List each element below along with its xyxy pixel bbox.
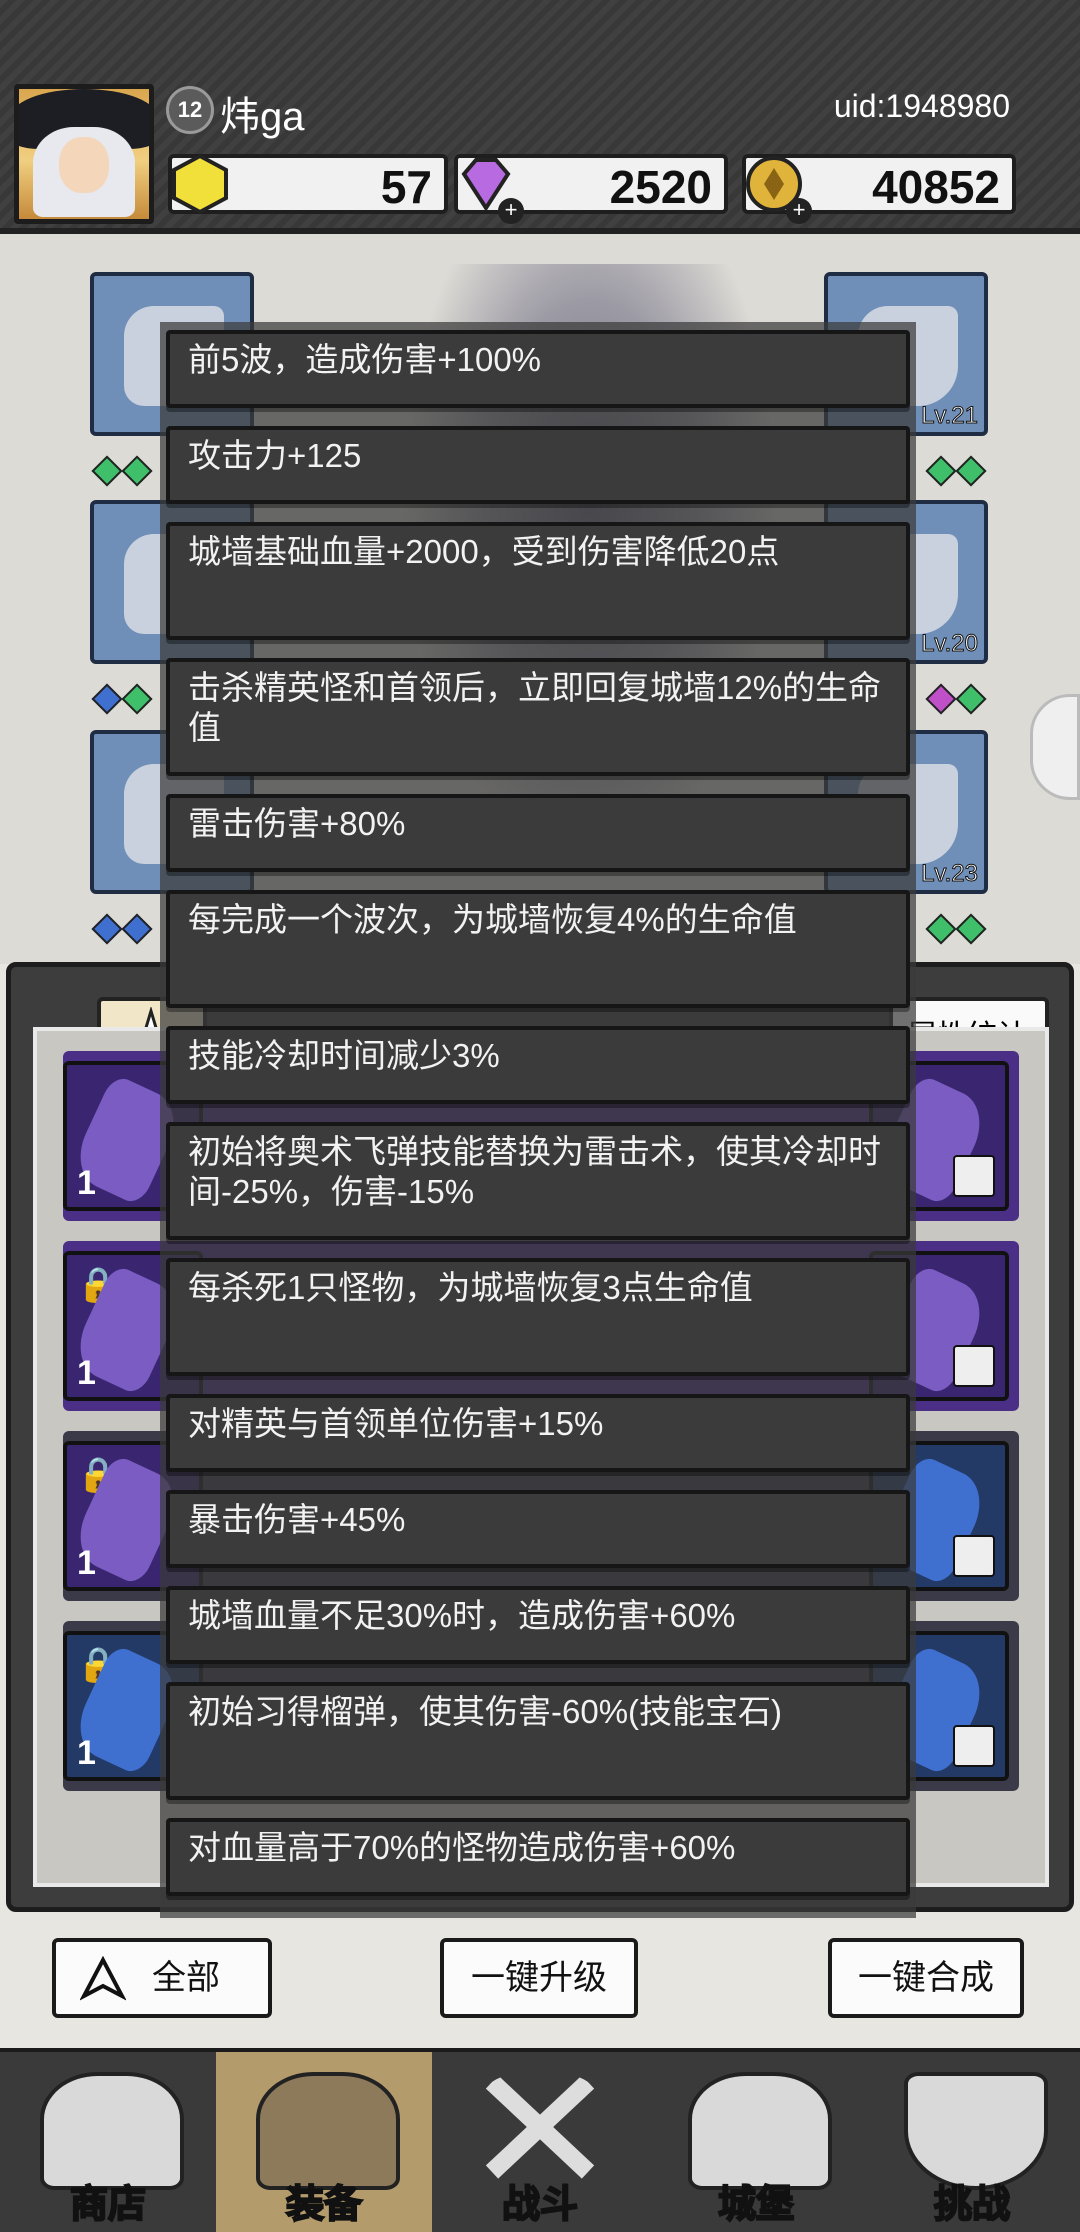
effect-line: 前5波，造成伤害+100% [166,330,910,408]
merge-all-button[interactable]: 一键合成 [828,1938,1024,2018]
gem-socket-icon [121,455,153,487]
player-avatar[interactable] [14,84,154,224]
effect-line: 城墙血量不足30%时，造成伤害+60% [166,1586,910,1664]
effect-line: 初始习得榴弹，使其伤害-60%(技能宝石) [166,1682,910,1800]
item-quantity: 1 [77,1544,96,1582]
top-bar: 12 炜ga uid:1948980 57 + 2520 + 40852 [0,0,1080,234]
nav-castle[interactable]: 城堡 [648,2052,864,2232]
nav-battle-label: 战斗 [501,2183,579,2227]
player-uid: uid:1948980 [833,88,1010,124]
nav-shop[interactable]: 商店 [0,2052,216,2232]
gem-socket-icon [925,455,957,487]
gem-socket-icon [91,913,123,945]
gem-socket-icon [121,913,153,945]
nav-shop-label: 商店 [69,2183,147,2227]
filter-arrow-icon [80,1956,126,2001]
gem-socket-icon [121,683,153,715]
coin-counter[interactable]: + 40852 [742,154,1016,224]
bottom-navigation: 商店 装备 战斗 城堡 挑战 [0,2048,1080,2232]
filter-label: 全部 [152,1959,220,1997]
energy-value: 57 [380,161,432,213]
energy-counter: 57 [168,153,448,215]
gem-socket-icon [91,455,123,487]
gem-socket-icon [91,683,123,715]
effect-line: 对血量高于70%的怪物造成伤害+60% [166,1818,910,1896]
effect-line: 雷击伤害+80% [166,794,910,872]
ring-type-icon [953,1345,995,1387]
avatar-face [59,137,109,193]
nav-battle[interactable]: 战斗 [432,2052,648,2232]
coin-value: 40852 [872,161,1000,213]
player-name: 炜ga [220,95,305,139]
effect-line: 攻击力+125 [166,426,910,504]
gem-counter[interactable]: + 2520 [454,154,728,224]
item-quantity: 1 [77,1354,96,1392]
effect-line: 每杀死1只怪物，为城墙恢复3点生命值 [166,1258,910,1376]
gem-socket-icon [925,683,957,715]
armor-type-icon [953,1535,995,1577]
effect-line: 对精英与首领单位伤害+15% [166,1394,910,1472]
effect-line: 每完成一个波次，为城墙恢复4%的生命值 [166,890,910,1008]
side-drawer-tab[interactable] [1030,694,1080,800]
upgrade-all-button[interactable]: 一键升级 [440,1938,638,2018]
slot-level: Lv.23 [921,860,979,888]
effect-line: 暴击伤害+45% [166,1490,910,1568]
item-quantity: 1 [77,1734,96,1772]
slot-level: Lv.20 [921,630,979,658]
effect-line: 击杀精英怪和首领后，立即回复城墙12%的生命值 [166,658,910,776]
gem-socket-icon [955,913,987,945]
nav-castle-label: 城堡 [717,2183,795,2227]
crossed-swords-icon [485,2075,595,2179]
gem-socket-icon [925,913,957,945]
slot-level: Lv.21 [921,402,979,430]
add-coins-icon[interactable]: + [786,198,812,224]
energy-icon [172,153,228,215]
level-badge: 12 [166,86,214,134]
nav-challenge-label: 挑战 [933,2183,1011,2227]
gem-value: 2520 [609,161,712,213]
effect-line: 初始将奥术飞弹技能替换为雷击术，使其冷却时间-25%，伤害-15% [166,1122,910,1240]
item-quantity: 1 [77,1164,96,1202]
boots-type-icon [953,1155,995,1197]
nav-challenge[interactable]: 挑战 [864,2052,1080,2232]
boots-type-icon [953,1725,995,1767]
gem-socket-icon [955,683,987,715]
nav-equipment[interactable]: 装备 [216,2052,432,2232]
filter-all-button[interactable]: 全部 [52,1938,272,2018]
nav-equipment-label: 装备 [285,2183,363,2227]
effect-line: 城墙基础血量+2000，受到伤害降低20点 [166,522,910,640]
effect-line: 技能冷却时间减少3% [166,1026,910,1104]
gem-socket-icon [955,455,987,487]
add-gems-icon[interactable]: + [498,198,524,224]
